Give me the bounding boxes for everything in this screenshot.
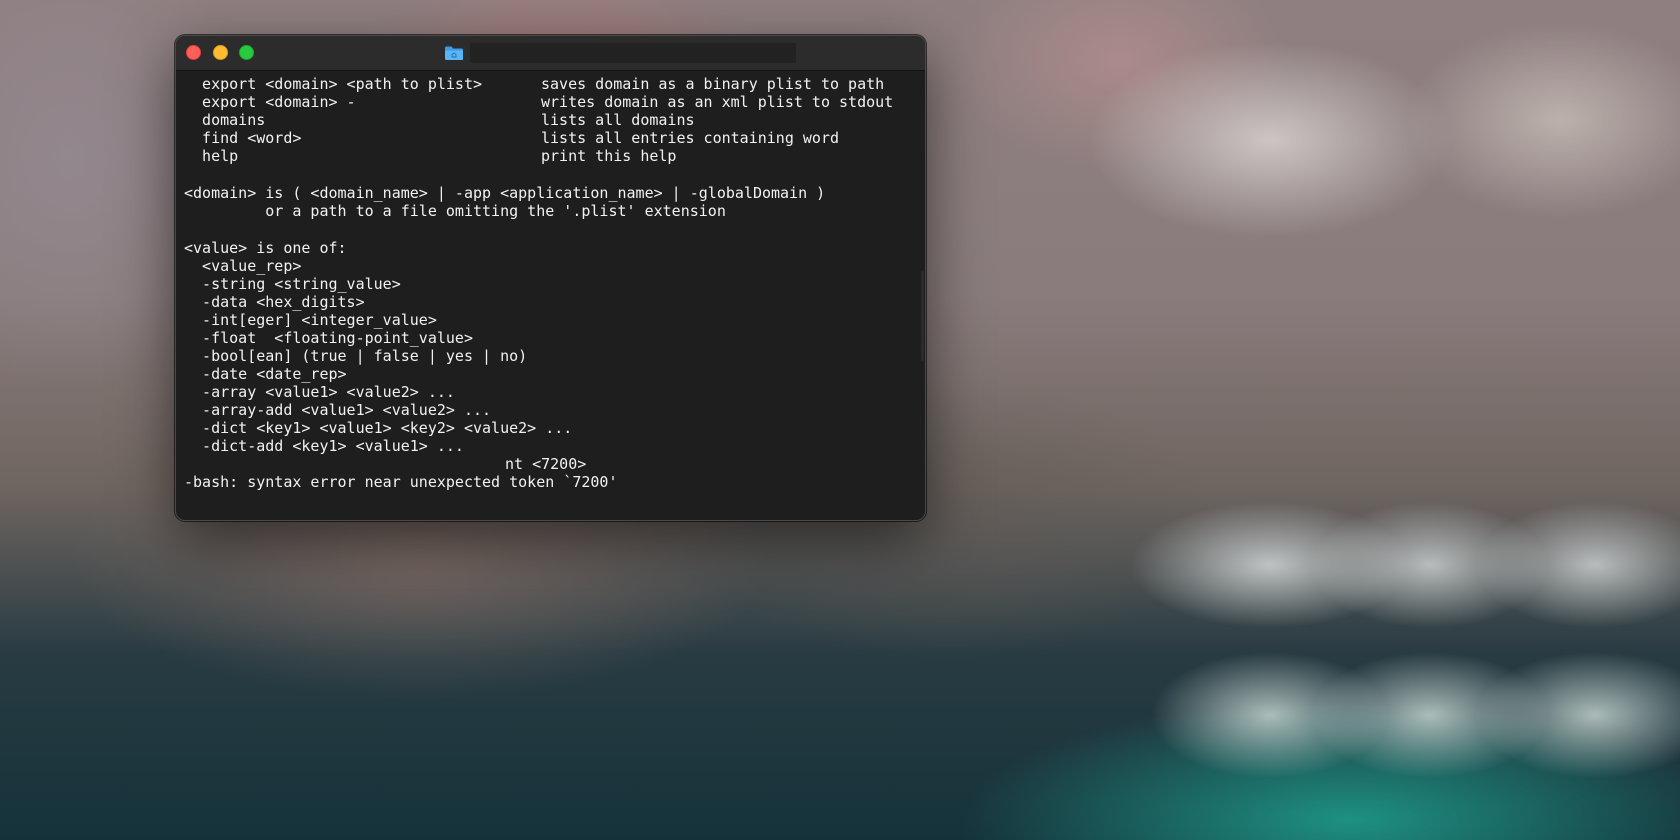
value-definition-line: -dict-add <key1> <value1> ... [184,437,464,455]
value-definition-line: <value_rep> [184,257,302,275]
window-titlebar[interactable] [176,36,925,71]
help-line: domains [184,111,266,129]
help-line-description: lists all entries containing word [541,129,840,147]
help-line: export <domain> - [184,93,356,111]
minimize-button[interactable] [213,45,228,60]
domain-definition-line: or a path to a file omitting the '.plist… [184,202,726,220]
value-definition-line: -string <string_value> [184,275,401,293]
help-line-description: print this help [541,147,677,165]
domain-definition-line: <domain> is ( <domain_name> | -app <appl… [184,184,826,202]
redacted-command-line: nt <7200> [505,455,587,473]
window-title [470,43,796,63]
value-definition-line: -bool[ean] (true | false | yes | no) [184,347,528,365]
value-definition-line: -dict <key1> <value1> <key2> <value2> ..… [184,419,573,437]
value-definition-line: -date <date_rep> [184,365,347,383]
help-line: find <word> [184,129,302,147]
scrollbar[interactable] [921,271,924,361]
close-button[interactable] [186,45,201,60]
value-definition-line: -array-add <value1> <value2> ... [184,401,492,419]
value-definition-line: -data <hex_digits> [184,293,365,311]
help-line-description: writes domain as an xml plist to stdout [541,93,894,111]
help-line-description: saves domain as a binary plist to path [541,75,885,93]
folder-icon [444,45,464,61]
zoom-button[interactable] [239,45,254,60]
error-line: -bash: syntax error near unexpected toke… [184,473,618,491]
help-line-description: lists all domains [541,111,695,129]
help-line: help [184,147,239,165]
terminal-window[interactable]: export <domain> <path to plist> saves do… [175,35,926,521]
value-definition-line: -int[eger] <integer_value> [184,311,437,329]
window-title-area [444,42,796,64]
value-definition-line: -float <floating-point_value> [184,329,473,347]
value-definition-line: <value> is one of: [184,239,347,257]
terminal-output[interactable]: export <domain> <path to plist> saves do… [176,71,925,520]
value-definition-line: -array <value1> <value2> ... [184,383,455,401]
help-line: export <domain> <path to plist> [184,75,483,93]
